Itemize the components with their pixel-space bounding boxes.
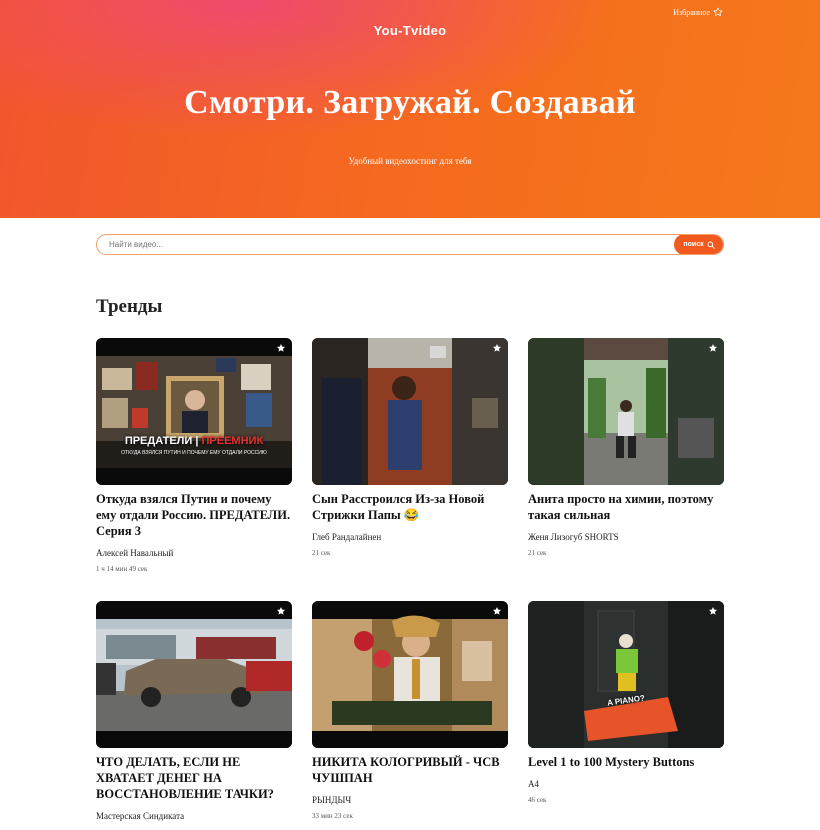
video-card[interactable]: НИКИТА КОЛОГРИВЫЙ - ЧСВ ЧУШПАН РЫНДЫЧ 33… [312,601,508,821]
thumbnail-image [528,601,724,748]
video-title[interactable]: Сын Расстроился Из-за Новой Стрижки Папы… [312,491,508,523]
thumbnail-image [96,338,292,485]
video-author: Мастерская Синдиката [96,811,185,821]
video-thumbnail[interactable] [528,338,724,485]
video-card[interactable]: ПРЕДАТЕЛИ | ПРЕЕМНИК ОТКУДА ВЗЯЛСЯ ПУТИН… [96,338,292,601]
thumbnail-subcaption: ОТКУДА ВЗЯЛСЯ ПУТИН И ПОЧЕМУ ЕМУ ОТДАЛИ … [121,450,267,456]
star-icon[interactable] [276,606,286,616]
video-author: Алексей Навальный [96,548,174,558]
favorites-label: Избранное [673,7,710,17]
video-title[interactable]: Level 1 to 100 Mystery Buttons [528,754,724,770]
star-icon[interactable] [492,343,502,353]
search-button-label: поиск [683,241,704,248]
site-logo[interactable]: You-Tvideo [0,23,820,38]
video-author: A4 [528,779,539,789]
thumbnail-caption-white: ПРЕДАТЕЛИ [124,435,193,447]
video-thumbnail[interactable] [96,601,292,748]
video-duration: 21 сек [312,549,331,557]
star-icon[interactable] [276,343,286,353]
video-card[interactable]: Сын Расстроился Из-за Новой Стрижки Папы… [312,338,508,601]
search-input[interactable] [97,235,674,254]
video-title[interactable]: ЧТО ДЕЛАТЬ, ЕСЛИ НЕ ХВАТАЕТ ДЕНЕГ НА ВОС… [96,754,292,802]
thumbnail-image [528,338,724,485]
video-duration: 21 сек [528,549,547,557]
thumbnail-caption: ПРЕДАТЕЛИ | ПРЕЕМНИК [96,435,292,447]
star-icon[interactable] [492,606,502,616]
video-card[interactable]: A PIANO? Level 1 to 100 Mystery Buttons … [528,601,724,821]
section-title: Тренды [96,296,163,317]
search-icon [707,241,715,249]
star-icon[interactable] [708,606,718,616]
video-duration: 1 ч 14 мин 49 сек [96,565,148,573]
star-outline-icon [713,7,723,16]
hero-headline: Смотри. Загружай. Создавай [184,84,636,121]
video-title[interactable]: Анита просто на химии, поэтому такая сил… [528,491,724,523]
video-card[interactable]: Анита просто на химии, поэтому такая сил… [528,338,724,601]
thumbnail-caption-red: ПРЕЕМНИК [201,435,264,447]
video-author: РЫНДЫЧ [312,795,352,805]
favorites-link[interactable]: Избранное [673,7,723,17]
video-title[interactable]: НИКИТА КОЛОГРИВЫЙ - ЧСВ ЧУШПАН [312,754,508,786]
video-card[interactable]: ЧТО ДЕЛАТЬ, ЕСЛИ НЕ ХВАТАЕТ ДЕНЕГ НА ВОС… [96,601,292,821]
star-icon[interactable] [708,343,718,353]
search-button[interactable]: поиск [674,235,723,254]
video-title[interactable]: Откуда взялся Путин и почему ему отдали … [96,491,292,539]
hero-banner: You-Tvideo Избранное Смотри. Загружай. С… [0,0,820,218]
video-thumbnail[interactable]: ПРЕДАТЕЛИ | ПРЕЕМНИК ОТКУДА ВЗЯЛСЯ ПУТИН… [96,338,292,485]
video-duration: 33 мин 23 сек [312,812,353,820]
video-duration: 46 сек [528,796,547,804]
thumbnail-image [312,601,508,748]
video-thumbnail[interactable]: A PIANO? [528,601,724,748]
hero-tagline: Удобный видеохостинг для тебя [348,156,472,166]
thumbnail-image [96,601,292,748]
video-thumbnail[interactable] [312,601,508,748]
search-bar: поиск [96,234,724,255]
video-grid: ПРЕДАТЕЛИ | ПРЕЕМНИК ОТКУДА ВЗЯЛСЯ ПУТИН… [96,338,724,821]
video-thumbnail[interactable] [312,338,508,485]
video-author: Глеб Рандалайнен [312,532,382,542]
video-author: Женя Лизогуб SHORTS [528,532,619,542]
thumbnail-image [312,338,508,485]
